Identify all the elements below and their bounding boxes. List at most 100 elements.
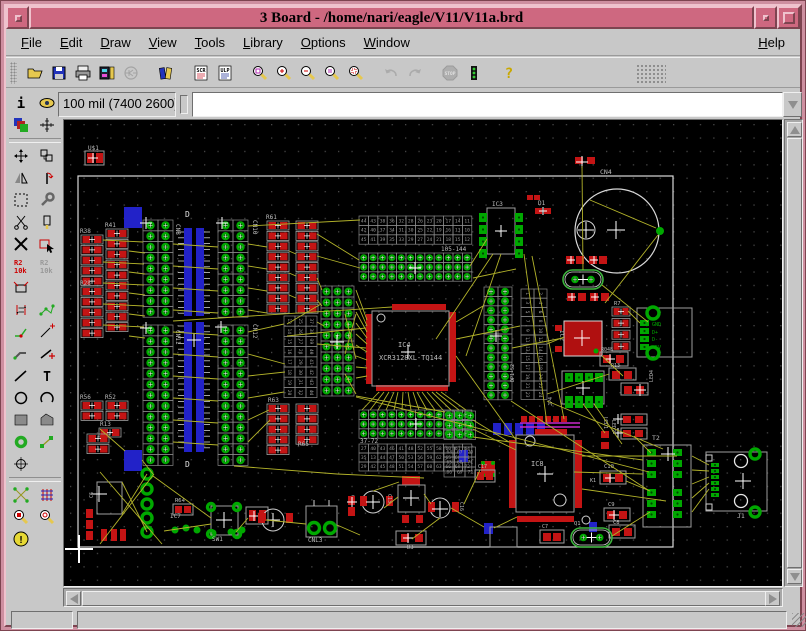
cn8-bar[interactable] xyxy=(184,228,192,316)
undo-button[interactable] xyxy=(379,61,403,85)
tool-auto[interactable] xyxy=(34,484,60,506)
signal-icon xyxy=(38,433,56,451)
tool-split[interactable] xyxy=(8,321,34,343)
svg-text:52: 52 xyxy=(417,446,423,452)
tool-add[interactable] xyxy=(34,233,60,255)
toolbar-drag-handle[interactable] xyxy=(10,62,17,84)
tool-mirror[interactable] xyxy=(8,167,34,189)
svg-text:8: 8 xyxy=(537,320,543,323)
resize-grip[interactable] xyxy=(792,613,806,627)
tool-warn[interactable]: ! xyxy=(8,528,34,550)
tool-rect[interactable] xyxy=(8,409,34,431)
menu-options[interactable]: Options xyxy=(292,31,355,54)
dp-array[interactable] xyxy=(484,287,512,400)
cam-button[interactable] xyxy=(95,61,119,85)
tool-arc[interactable] xyxy=(34,387,60,409)
tool-via[interactable] xyxy=(8,431,34,453)
vertical-scrollbar[interactable] xyxy=(784,119,803,587)
menu-window[interactable]: Window xyxy=(355,31,419,54)
tool-polygon[interactable] xyxy=(34,409,60,431)
pcb-r xyxy=(575,440,582,508)
svg-text:31: 31 xyxy=(399,228,405,234)
horizontal-scroll-thumb[interactable] xyxy=(82,591,766,606)
pcb-tx: U$1 xyxy=(88,145,99,152)
tool-drc[interactable] xyxy=(8,506,34,528)
tool-smash[interactable] xyxy=(8,277,34,299)
group-icon xyxy=(12,191,30,209)
tool-text[interactable]: T xyxy=(34,365,60,387)
tool-ripup[interactable] xyxy=(34,343,60,365)
tool-ratsnest[interactable] xyxy=(8,484,34,506)
tool-display[interactable] xyxy=(8,114,34,136)
menu-draw[interactable]: Draw xyxy=(91,31,139,54)
board-drawing[interactable]: U$1DDCN8CN11CN10CN12R38R28R41R56R52R13R6… xyxy=(64,120,782,586)
tool-wire[interactable] xyxy=(8,365,34,387)
stop-button[interactable]: STOP xyxy=(438,61,462,85)
tool-optimize[interactable] xyxy=(34,299,60,321)
pcb-r xyxy=(619,511,627,519)
ulp-button[interactable]: ULP xyxy=(213,61,237,85)
command-input[interactable] xyxy=(192,92,783,117)
menu-help[interactable]: Help xyxy=(749,31,794,54)
tool-mark[interactable] xyxy=(34,114,60,136)
tool-info[interactable]: i xyxy=(8,92,34,114)
tool-show[interactable] xyxy=(34,92,60,114)
script-button[interactable]: SCR xyxy=(189,61,213,85)
tool-cut[interactable] xyxy=(8,211,34,233)
tool-rotate[interactable] xyxy=(34,167,60,189)
board-icon xyxy=(122,64,140,82)
tool-value[interactable]: R210k xyxy=(34,255,60,277)
horizontal-scrollbar[interactable] xyxy=(63,588,783,607)
board-button[interactable] xyxy=(119,61,143,85)
vertical-scroll-thumb[interactable] xyxy=(787,138,802,568)
minimize-button[interactable] xyxy=(754,6,777,29)
cn10-pads[interactable] xyxy=(218,220,248,317)
zoom-fit-button[interactable] xyxy=(248,61,272,85)
maximize-button[interactable] xyxy=(777,6,800,29)
tool-paste[interactable] xyxy=(34,211,60,233)
menu-edit[interactable]: Edit xyxy=(51,31,91,54)
cn11-bar[interactable] xyxy=(184,322,192,452)
print-button[interactable] xyxy=(71,61,95,85)
cn8-pads[interactable] xyxy=(143,220,173,317)
tool-route[interactable] xyxy=(8,343,34,365)
redo-button[interactable] xyxy=(403,61,427,85)
menu-view[interactable]: View xyxy=(140,31,186,54)
tool-signal[interactable] xyxy=(34,431,60,453)
pcb-sm xyxy=(515,213,523,222)
tool-delete[interactable] xyxy=(8,233,34,255)
scroll-right-button[interactable] xyxy=(765,591,780,606)
library-button[interactable] xyxy=(154,61,178,85)
tool-pinswap[interactable] xyxy=(8,299,34,321)
tool-miter[interactable] xyxy=(34,321,60,343)
scroll-up-button[interactable] xyxy=(787,122,802,137)
scroll-left-button[interactable] xyxy=(66,591,81,606)
open-icon xyxy=(26,64,44,82)
help-button[interactable]: ? xyxy=(497,61,521,85)
save-button[interactable] xyxy=(47,61,71,85)
menu-tools[interactable]: Tools xyxy=(186,31,234,54)
tool-copy[interactable] xyxy=(34,145,60,167)
open-button[interactable] xyxy=(23,61,47,85)
tool-circle[interactable] xyxy=(8,387,34,409)
run-button[interactable] xyxy=(462,61,486,85)
command-history-button[interactable] xyxy=(783,92,802,117)
zoom-select-button[interactable] xyxy=(320,61,344,85)
pcb-tx: D3 xyxy=(407,545,414,551)
zoom-redraw-button[interactable] xyxy=(344,61,368,85)
tool-move[interactable] xyxy=(8,145,34,167)
window-menu-button[interactable] xyxy=(6,6,29,29)
svg-text:R7: R7 xyxy=(614,301,621,307)
tool-errors[interactable] xyxy=(34,506,60,528)
menu-library[interactable]: Library xyxy=(234,31,292,54)
zoom-in-button[interactable] xyxy=(272,61,296,85)
svg-text:59: 59 xyxy=(427,455,433,461)
zoom-out-button[interactable] xyxy=(296,61,320,85)
pcb-canvas[interactable]: U$1DDCN8CN11CN10CN12R38R28R41R56R52R13R6… xyxy=(63,119,783,587)
tool-change[interactable] xyxy=(34,189,60,211)
tool-hole[interactable] xyxy=(8,453,34,475)
scroll-down-button[interactable] xyxy=(787,569,802,584)
tool-group[interactable] xyxy=(8,189,34,211)
menu-file[interactable]: File xyxy=(12,31,51,54)
tool-name[interactable]: R210k xyxy=(8,255,34,277)
